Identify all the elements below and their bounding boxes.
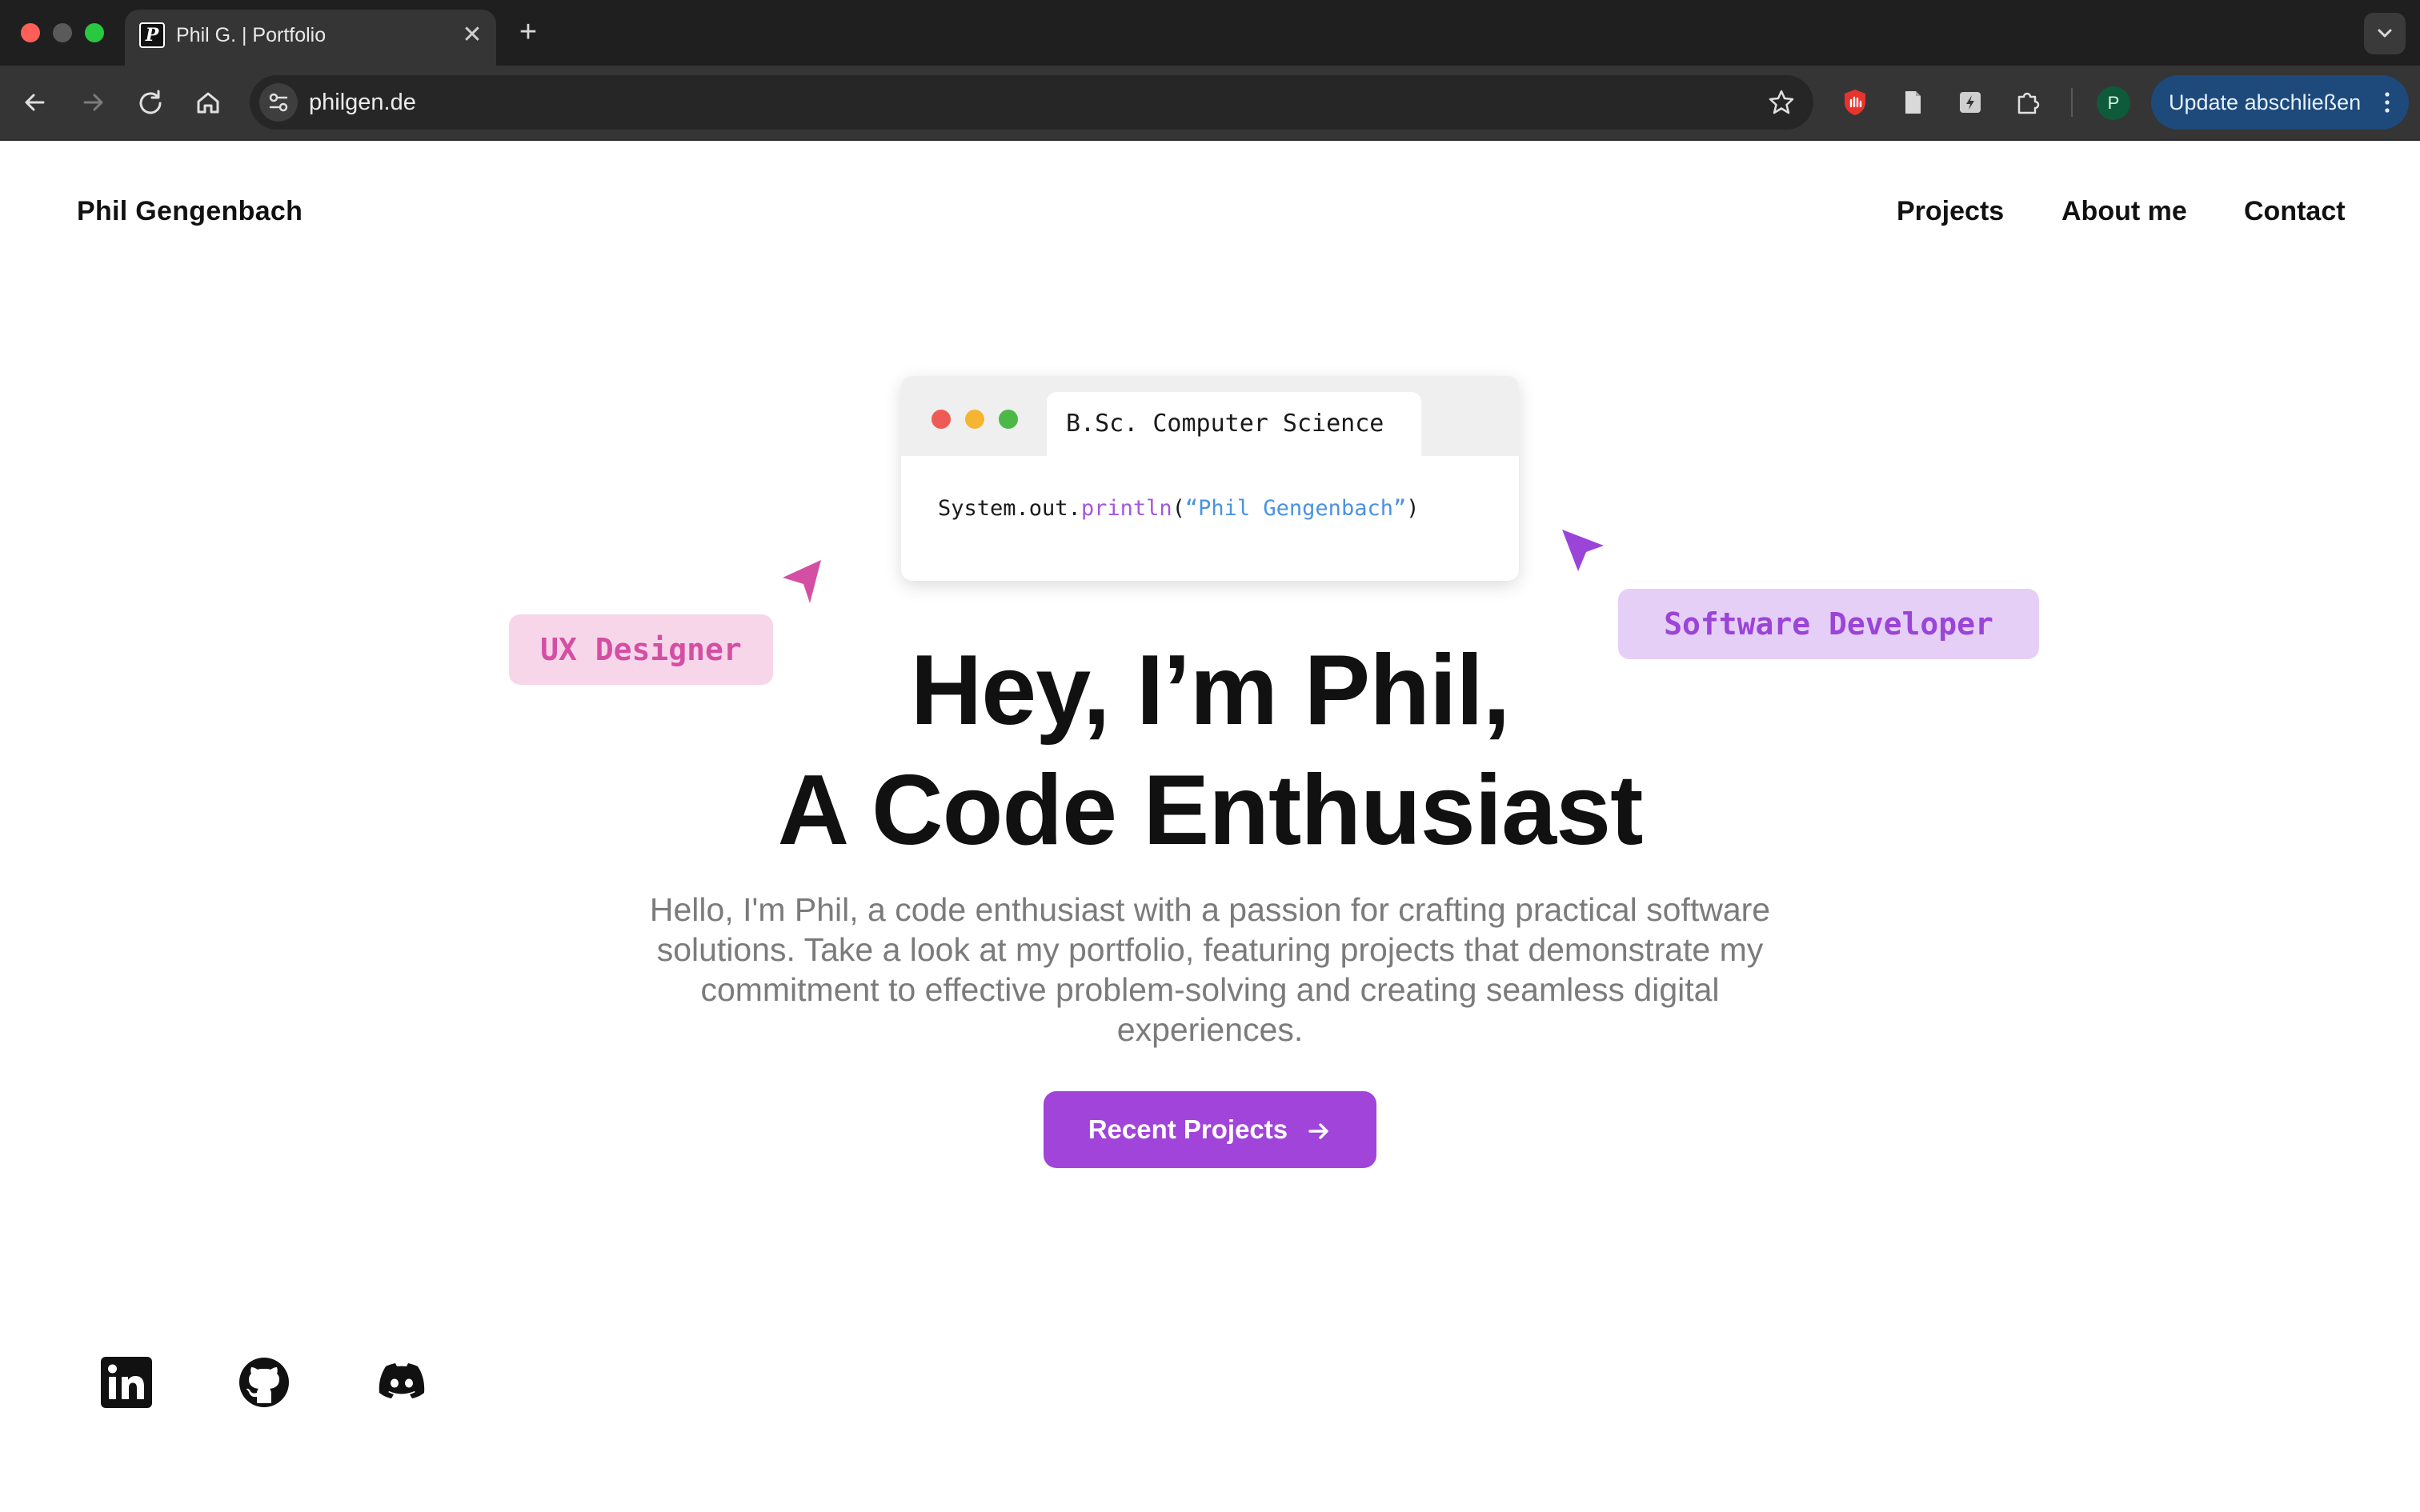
star-icon: [1769, 90, 1794, 114]
toolbar-separator: [2071, 88, 2073, 117]
code-window-tab: B.Sc. Computer Science: [1047, 392, 1421, 456]
reload-button[interactable]: [133, 85, 168, 120]
site-logo-name[interactable]: Phil Gengenbach: [77, 194, 302, 229]
update-button[interactable]: Update abschließen: [2151, 75, 2409, 130]
site-info-button[interactable]: [259, 83, 298, 122]
adblock-extension-icon[interactable]: [1839, 86, 1871, 118]
code-paren-close: ): [1406, 496, 1420, 521]
hero-intro-text: Hello, I'm Phil, a code enthusiast with …: [649, 891, 1771, 1048]
new-tab-button[interactable]: +: [512, 16, 544, 48]
bolt-extension-icon[interactable]: [1954, 86, 1986, 118]
hero-headline-line-2: A Code Enthusiast: [777, 755, 1644, 866]
hero-headline-line-1: Hey, I’m Phil,: [910, 635, 1511, 746]
code-window-tab-label: B.Sc. Computer Science: [1066, 410, 1384, 438]
favicon-icon: P: [139, 22, 165, 48]
home-icon: [197, 92, 219, 114]
code-window-header: B.Sc. Computer Science: [901, 376, 1519, 456]
home-button[interactable]: [190, 85, 226, 120]
address-bar[interactable]: philgen.de: [250, 75, 1813, 130]
window-maximize-button[interactable]: [85, 23, 104, 42]
chevron-down-icon: [2378, 29, 2392, 38]
forward-button[interactable]: [75, 85, 110, 120]
github-icon[interactable]: [237, 1355, 291, 1410]
window-close-button[interactable]: [21, 23, 40, 42]
window-dot-red: [932, 410, 951, 429]
window-minimize-button[interactable]: [53, 23, 72, 42]
cursor-arrow-pink-icon: [783, 560, 821, 603]
nav-link-contact[interactable]: Contact: [2244, 194, 2346, 229]
toolbar-divider: [0, 139, 2420, 141]
arrow-right-icon: [83, 94, 103, 111]
code-method: println: [1080, 496, 1172, 521]
arrow-right-icon: [1308, 1123, 1328, 1139]
back-button[interactable]: [18, 85, 53, 120]
window-dot-green: [999, 410, 1018, 429]
hero-headline: Hey, I’m Phil, A Code Enthusiast: [0, 630, 2420, 870]
browser-tab[interactable]: P Phil G. | Portfolio ✕: [125, 10, 496, 67]
tab-close-icon[interactable]: ✕: [458, 21, 487, 50]
update-button-label: Update abschließen: [2169, 90, 2362, 114]
code-window-card: B.Sc. Computer Science System.out.printl…: [901, 376, 1519, 581]
profile-avatar[interactable]: P: [2097, 86, 2130, 120]
more-vert-icon: [2385, 92, 2390, 113]
nav-link-projects[interactable]: Projects: [1897, 194, 2004, 229]
nav-link-about-me[interactable]: About me: [2061, 194, 2187, 229]
reload-icon: [139, 90, 162, 114]
tab-search-button[interactable]: [2364, 13, 2406, 54]
linkedin-icon[interactable]: [99, 1355, 154, 1410]
document-extension-icon[interactable]: [1897, 86, 1929, 118]
bookmark-star-icon[interactable]: [1765, 86, 1797, 118]
window-dot-yellow: [965, 410, 984, 429]
cursor-arrow-purple-icon: [1562, 530, 1604, 571]
tab-title: Phil G. | Portfolio: [176, 24, 327, 46]
discord-icon[interactable]: [375, 1355, 429, 1410]
code-prefix: System.out.: [938, 496, 1081, 521]
code-string: “Phil Gengenbach”: [1184, 496, 1407, 521]
recent-projects-button-label: Recent Projects: [1088, 1114, 1288, 1144]
recent-projects-button[interactable]: Recent Projects: [1044, 1091, 1376, 1168]
arrow-left-icon: [25, 94, 45, 111]
extensions-puzzle-icon[interactable]: [2012, 86, 2044, 118]
url-text[interactable]: philgen.de: [309, 88, 416, 117]
code-paren-open: (: [1172, 496, 1185, 521]
tune-icon: [269, 93, 288, 112]
code-snippet: System.out.println(“Phil Gengenbach”): [938, 493, 1419, 525]
